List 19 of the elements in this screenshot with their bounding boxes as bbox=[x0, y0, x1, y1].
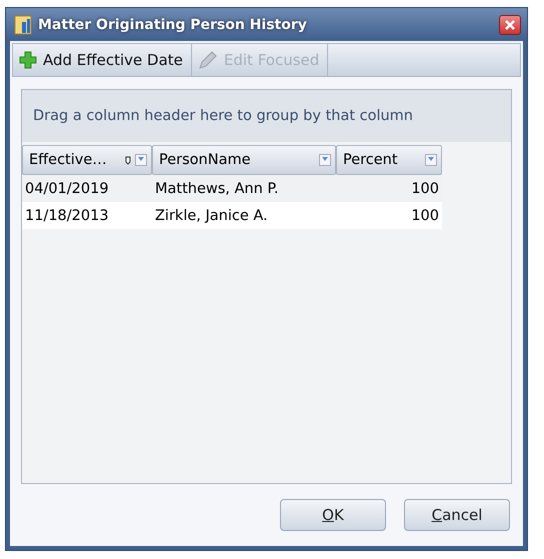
filter-icon[interactable] bbox=[319, 154, 331, 166]
dialog-button[interactable]: Cancel bbox=[404, 499, 510, 531]
table-cell: Zirkle, Janice A. bbox=[152, 202, 336, 229]
toolbar-button[interactable]: Add Effective Date bbox=[13, 44, 192, 76]
app-icon bbox=[14, 14, 32, 34]
filter-icon[interactable] bbox=[135, 154, 147, 166]
pencil-icon bbox=[198, 50, 218, 70]
plus-icon bbox=[19, 51, 37, 69]
table-cell: 11/18/2013 bbox=[22, 202, 152, 229]
window-title: Matter Originating Person History bbox=[38, 16, 308, 32]
group-hint: Drag a column header here to group by that column bbox=[33, 108, 413, 124]
column-header[interactable]: Percent bbox=[336, 145, 442, 175]
dialog-button[interactable]: OK bbox=[280, 499, 386, 531]
close-icon bbox=[504, 18, 516, 30]
close-button[interactable] bbox=[499, 14, 521, 34]
table-cell: 100 bbox=[336, 202, 442, 229]
column-header[interactable]: PersonName bbox=[152, 145, 336, 175]
column-header[interactable]: Effective… bbox=[22, 145, 152, 175]
filter-icon[interactable] bbox=[425, 154, 437, 166]
